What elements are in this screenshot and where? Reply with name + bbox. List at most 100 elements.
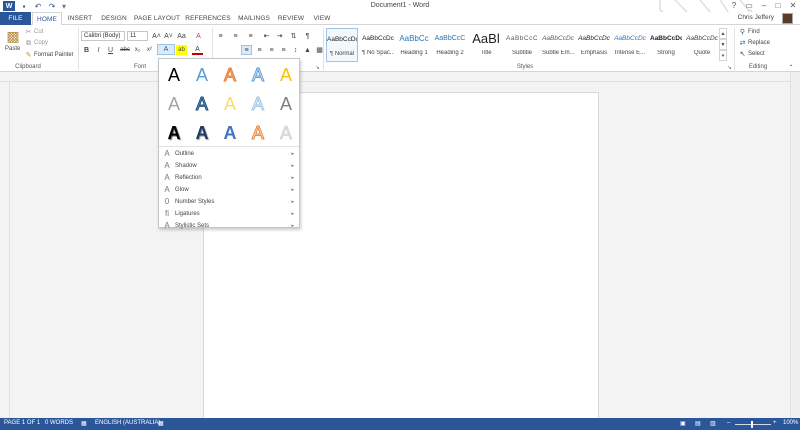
menu-item-number-styles[interactable]: 0 Number Styles ▸ (159, 196, 299, 208)
find-button[interactable]: Find (748, 29, 760, 35)
clear-formatting-icon[interactable]: A (193, 31, 204, 41)
menu-item-ligatures[interactable]: fi Ligatures ▸ (159, 208, 299, 220)
text-effect-fill-silver[interactable]: A (273, 120, 299, 146)
web-layout-icon[interactable]: ▥ (710, 420, 716, 427)
text-effect-fill-black[interactable]: A (161, 62, 187, 88)
tab-page-layout[interactable]: PAGE LAYOUT (134, 12, 180, 25)
style-no-spacing[interactable]: AaBbCcDc ¶ No Spac... (362, 28, 394, 62)
highlight-color-button[interactable]: ab (176, 45, 187, 55)
menu-item-shadow[interactable]: A Shadow ▸ (159, 160, 299, 172)
tab-insert[interactable]: INSERT (64, 12, 96, 25)
replace-button[interactable]: Replace (748, 40, 770, 46)
bullets-icon[interactable]: ≡ (215, 31, 226, 41)
macro-recording-icon[interactable]: ▦ (158, 420, 164, 427)
text-effect-fill-light-gold[interactable]: A (217, 91, 243, 117)
close-button[interactable]: ✕ (786, 1, 800, 11)
style-subtitle[interactable]: AaBbCcC Subtitle (506, 28, 538, 62)
zoom-slider-track[interactable] (735, 424, 771, 425)
grow-font-icon[interactable]: A˄ (151, 31, 162, 41)
select-button[interactable]: Select (748, 51, 765, 57)
style-heading-1[interactable]: AaBbCc Heading 1 (398, 28, 430, 62)
menu-item-glow[interactable]: A Glow ▸ (159, 184, 299, 196)
zoom-slider-thumb[interactable] (751, 421, 753, 428)
maximize-button[interactable]: □ (771, 1, 785, 11)
text-effects-button[interactable]: A (157, 44, 175, 55)
text-effect-fill-orange-outline[interactable]: A (217, 62, 243, 88)
style-heading-2[interactable]: AaBbCcC Heading 2 (434, 28, 466, 62)
font-name-combo[interactable]: Calibri (Body) (81, 31, 125, 41)
tab-review[interactable]: REVIEW (276, 12, 306, 25)
style-emphasis[interactable]: AaBbCcDc Emphasis (578, 28, 610, 62)
text-effect-blue-dark-outline[interactable]: A (189, 91, 215, 117)
font-size-combo[interactable]: 11 (127, 31, 148, 41)
style-title[interactable]: AaBl Title (470, 28, 502, 62)
styles-more-icon[interactable]: ▾ (719, 50, 727, 61)
read-mode-icon[interactable]: ▣ (680, 420, 686, 427)
paste-button[interactable]: Paste (5, 46, 20, 52)
bold-button[interactable]: B (81, 45, 92, 55)
tab-mailings[interactable]: MAILINGS (236, 12, 272, 25)
tab-file[interactable]: FILE (0, 12, 31, 25)
text-effect-blue-bold[interactable]: A (217, 120, 243, 146)
format-painter-button[interactable]: Format Painter (34, 52, 74, 58)
tab-view[interactable]: VIEW (310, 12, 334, 25)
shading-icon[interactable]: ▲ (302, 45, 313, 55)
italic-button[interactable]: I (93, 45, 104, 55)
superscript-button[interactable]: x² (144, 45, 155, 55)
tab-design[interactable]: DESIGN (98, 12, 130, 25)
font-color-button[interactable]: A (192, 45, 203, 55)
vertical-ruler[interactable] (0, 82, 10, 418)
subscript-button[interactable]: x₂ (132, 45, 143, 55)
text-effect-black-shadow[interactable]: A (161, 120, 187, 146)
paragraph-dialog-launcher-icon[interactable]: ↘ (314, 64, 321, 71)
find-icon[interactable]: ⚲ (737, 27, 748, 37)
replace-icon[interactable]: ⇄ (737, 38, 748, 48)
menu-item-outline[interactable]: A Outline ▸ (159, 148, 299, 160)
zoom-in-button[interactable]: + (773, 420, 777, 426)
avatar[interactable] (782, 13, 793, 24)
style-intense-emphasis[interactable]: AaBbCcDc Intense E... (614, 28, 646, 62)
collapse-ribbon-icon[interactable]: ⌃ (787, 63, 795, 71)
sort-icon[interactable]: ⇅ (288, 31, 299, 41)
select-icon[interactable]: ↖ (737, 49, 748, 59)
word-count[interactable]: 0 WORDS (45, 420, 73, 426)
language-indicator[interactable]: ENGLISH (AUSTRALIA) (95, 420, 160, 426)
cut-button[interactable]: Cut (34, 29, 43, 35)
line-spacing-icon[interactable]: ↕ (290, 45, 301, 55)
increase-indent-icon[interactable]: ⇥ (274, 31, 285, 41)
styles-dialog-launcher-icon[interactable]: ↘ (726, 64, 733, 71)
user-name[interactable]: Chris Jeffery (738, 14, 774, 21)
menu-item-reflection[interactable]: A Reflection ▸ (159, 172, 299, 184)
multilevel-list-icon[interactable]: ≡ (245, 31, 256, 41)
text-effect-fill-blue[interactable]: A (189, 62, 215, 88)
style-subtle-emphasis[interactable]: AaBbCcDc Subtle Em... (542, 28, 574, 62)
copy-icon[interactable]: ⧉ (23, 39, 34, 49)
proofing-icon[interactable]: ▦ (81, 420, 87, 427)
tab-home[interactable]: HOME (32, 12, 62, 26)
cut-icon[interactable]: ✂ (23, 27, 34, 37)
align-center-icon[interactable]: ≡ (254, 45, 265, 55)
styles-scroll-down-icon[interactable]: ▼ (719, 39, 727, 50)
tab-references[interactable]: REFERENCES (184, 12, 232, 25)
format-painter-icon[interactable]: ✎ (23, 50, 34, 60)
style-strong[interactable]: AaBbCcDc Strong (650, 28, 682, 62)
show-formatting-icon[interactable]: ¶ (302, 31, 313, 41)
vertical-scrollbar[interactable] (790, 72, 800, 418)
style-quote[interactable]: AaBbCcDc Quote (686, 28, 718, 62)
paste-icon[interactable]: ▩ (5, 28, 21, 44)
text-effect-navy-shadow[interactable]: A (189, 120, 215, 146)
align-left-icon[interactable]: ≡ (241, 45, 252, 55)
text-effect-fill-dark-gray[interactable]: A (273, 91, 299, 117)
menu-item-stylistic-sets[interactable]: A Stylistic Sets ▸ (159, 220, 299, 232)
text-effect-outline-light-blue[interactable]: A (245, 91, 271, 117)
text-effect-outline-orange[interactable]: A (245, 120, 271, 146)
zoom-level[interactable]: 100% (783, 420, 798, 426)
justify-icon[interactable]: ≡ (278, 45, 289, 55)
text-effect-fill-gray[interactable]: A (161, 91, 187, 117)
page-count[interactable]: PAGE 1 OF 1 (4, 420, 40, 426)
text-effect-outline-blue[interactable]: A (245, 62, 271, 88)
strikethrough-button[interactable]: abc (119, 45, 131, 55)
print-layout-icon[interactable]: ▤ (695, 420, 701, 427)
text-effect-fill-gold[interactable]: A (273, 62, 299, 88)
horizontal-ruler[interactable] (0, 72, 800, 82)
